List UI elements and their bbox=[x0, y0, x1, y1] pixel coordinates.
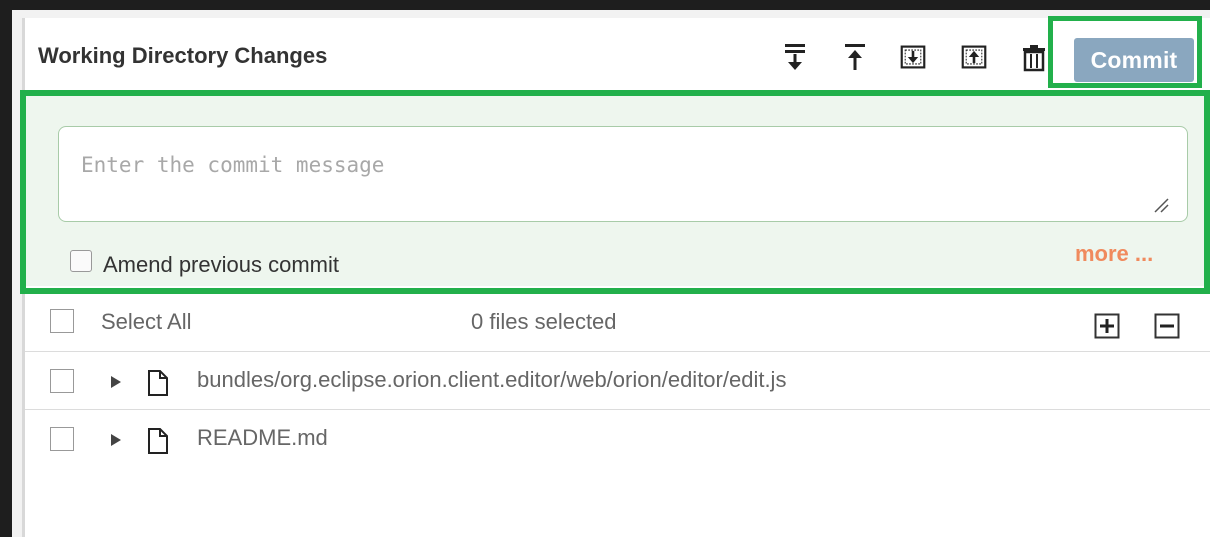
select-all-label: Select All bbox=[101, 309, 192, 334]
row-divider bbox=[25, 409, 1210, 410]
file-checkbox[interactable] bbox=[50, 427, 74, 451]
upload-all-icon[interactable] bbox=[842, 40, 868, 74]
expand-arrow-icon[interactable] bbox=[111, 376, 121, 388]
commit-button-highlight bbox=[1048, 16, 1202, 88]
selected-count: 0 files selected bbox=[471, 309, 617, 334]
apply-stash-icon[interactable] bbox=[961, 40, 987, 74]
select-all-checkbox[interactable] bbox=[50, 309, 74, 333]
commit-form-highlight bbox=[20, 90, 1210, 294]
file-icon bbox=[148, 428, 168, 454]
row-divider bbox=[25, 351, 1210, 352]
file-checkbox[interactable] bbox=[50, 369, 74, 393]
unstage-all-button[interactable] bbox=[1154, 313, 1180, 339]
save-stash-icon[interactable] bbox=[900, 40, 926, 74]
trash-icon[interactable] bbox=[1021, 40, 1047, 74]
file-path[interactable]: README.md bbox=[197, 425, 328, 451]
expand-arrow-icon[interactable] bbox=[111, 434, 121, 446]
file-icon bbox=[148, 370, 168, 396]
download-all-icon[interactable] bbox=[782, 40, 808, 74]
file-path[interactable]: bundles/org.eclipse.orion.client.editor/… bbox=[197, 367, 786, 393]
stage-all-button[interactable] bbox=[1094, 313, 1120, 339]
panel-title: Working Directory Changes bbox=[38, 43, 328, 68]
